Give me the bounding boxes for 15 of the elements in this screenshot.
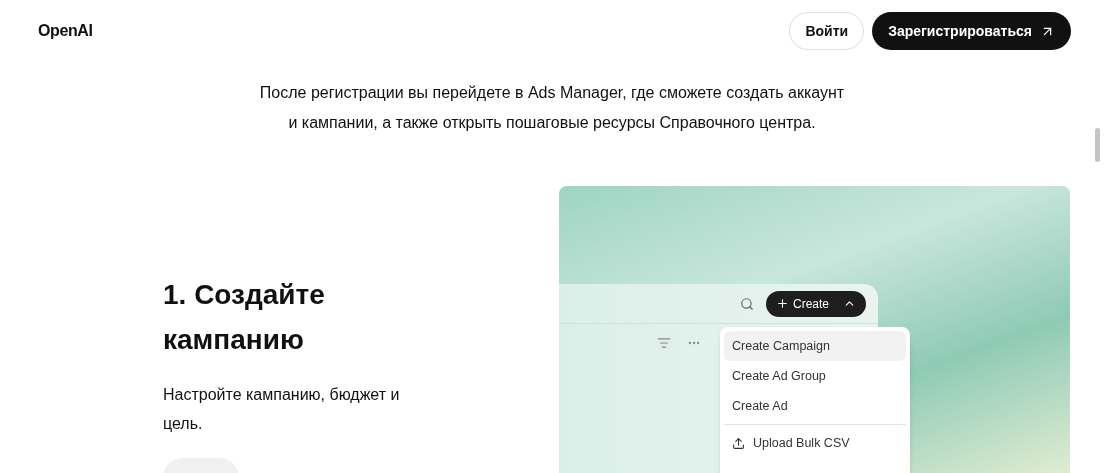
step-title: 1. Создайте кампанию xyxy=(163,278,326,357)
search-icon[interactable] xyxy=(739,296,754,311)
menu-item[interactable]: Create Ad xyxy=(724,391,906,421)
signup-button[interactable]: Зарегистрироваться xyxy=(872,12,1071,50)
step-description: Настройте кампанию, бюджет и цель. xyxy=(163,385,401,434)
logo[interactable]: OpenAI xyxy=(38,19,93,43)
menu-item[interactable]: Create Ad Group xyxy=(724,361,906,391)
scrollbar-thumb[interactable] xyxy=(1095,128,1100,162)
create-button[interactable]: Create xyxy=(765,290,866,317)
upload-icon xyxy=(732,436,745,450)
intro-paragraph: После регистрации вы перейдете в Ads Manager, где сможете создать аккаунт и кампании, а также открыть пошаговые ресурсы Справочного центра. xyxy=(258,83,846,133)
menu-item[interactable]: Create Campaign xyxy=(724,331,906,361)
menu-item[interactable]: Upload Bulk CSV xyxy=(724,428,906,458)
plus-icon xyxy=(775,297,789,310)
filter-icon[interactable] xyxy=(657,336,671,350)
